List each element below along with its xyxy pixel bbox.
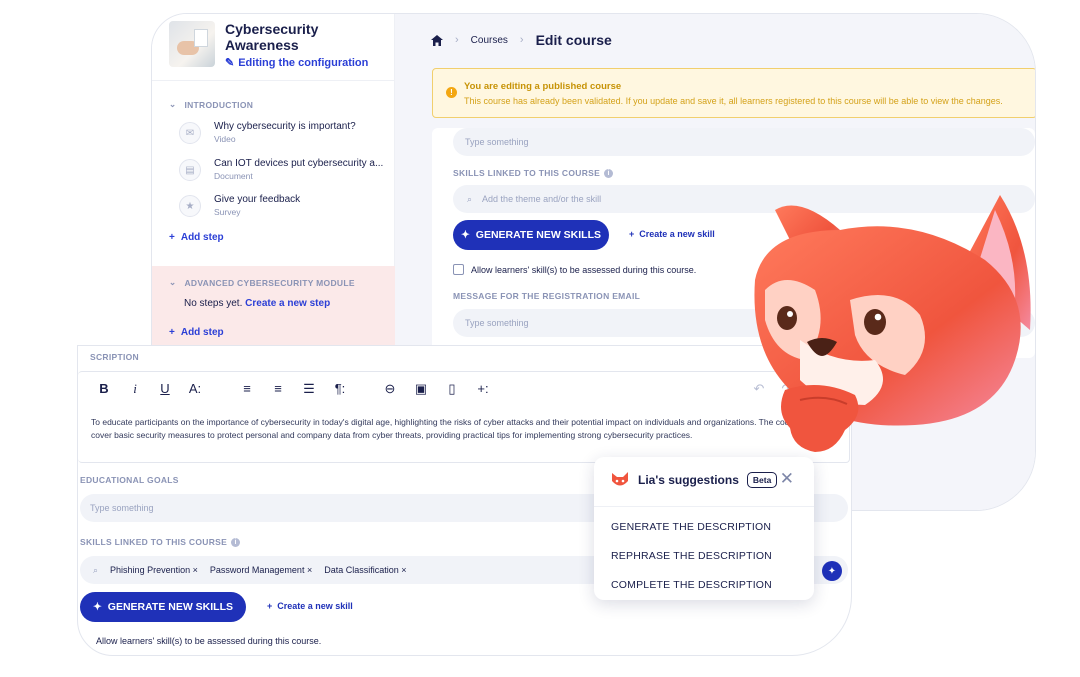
breadcrumb: › Courses › Edit course: [431, 32, 612, 48]
divider: [594, 506, 814, 507]
align-center-icon[interactable]: ≡: [269, 381, 287, 396]
page-title: Edit course: [535, 32, 612, 48]
insert-icon[interactable]: +:: [474, 381, 492, 396]
chevron-down-icon: ⌄: [169, 99, 177, 109]
create-new-skill-link[interactable]: + Create a new skill: [629, 229, 715, 239]
search-icon: ⌕: [467, 193, 473, 204]
editing-configuration-link[interactable]: ✎ Editing the configuration: [225, 56, 368, 70]
divider: [152, 80, 395, 81]
plus-icon: +: [169, 327, 175, 338]
skills-label: SKILLS LINKED TO THIS COURSE i: [453, 168, 614, 178]
remove-tag-icon[interactable]: ×: [401, 565, 406, 575]
close-icon[interactable]: ✕: [780, 469, 794, 489]
bold-button[interactable]: B: [95, 381, 113, 396]
star-icon: ★: [179, 195, 201, 217]
align-left-icon[interactable]: ≡: [238, 381, 256, 396]
complete-description-option[interactable]: COMPLETE THE DESCRIPTION: [611, 579, 772, 591]
add-step-button[interactable]: + Add step: [169, 232, 224, 243]
rephrase-description-option[interactable]: REPHRASE THE DESCRIPTION: [611, 550, 772, 562]
step-item[interactable]: ✉ Why cybersecurity is important? Video: [179, 118, 389, 152]
section-introduction[interactable]: ⌄ INTRODUCTION: [169, 99, 253, 110]
lia-suggestions-popup: Lia's suggestions Beta ✕ GENERATE THE DE…: [594, 457, 814, 600]
underline-button[interactable]: U: [156, 381, 174, 396]
empty-steps-text: No steps yet. Create a new step: [184, 298, 331, 309]
breadcrumb-courses[interactable]: Courses: [471, 35, 508, 46]
skill-tag[interactable]: Password Management ×: [210, 565, 312, 575]
info-icon[interactable]: i: [231, 537, 241, 547]
published-warning-banner: ! You are editing a published course Thi…: [432, 68, 1035, 118]
sparkle-icon: ✦: [92, 601, 102, 613]
step-item[interactable]: ▤ Can IOT devices put cybersecurity a...…: [179, 155, 389, 189]
beta-badge: Beta: [746, 472, 778, 488]
text-size-button[interactable]: A:: [186, 381, 204, 396]
skill-tag[interactable]: Phishing Prevention ×: [110, 565, 198, 575]
step-item[interactable]: ★ Give your feedback Survey: [179, 191, 389, 225]
generate-new-skills-button[interactable]: ✦ GENERATE NEW SKILLS: [80, 592, 246, 622]
section-advanced-module[interactable]: ⌄ ADVANCED CYBERSECURITY MODULE: [169, 277, 355, 288]
chevron-right-icon: ›: [455, 34, 459, 46]
text-input[interactable]: Type something: [453, 128, 1035, 156]
pencil-icon: ✎: [225, 57, 235, 69]
search-icon: ⌕: [93, 564, 99, 575]
course-thumbnail: [169, 21, 215, 67]
generate-new-skills-button[interactable]: ✦ GENERATE NEW SKILLS: [453, 220, 609, 250]
assess-skills-checkbox-row[interactable]: Allow learners' skill(s) to be assessed …: [96, 636, 321, 646]
plus-icon: +: [629, 229, 635, 239]
plus-icon: +: [169, 232, 175, 243]
list-icon[interactable]: ☰: [300, 381, 318, 397]
description-text[interactable]: To educate participants on the importanc…: [91, 416, 821, 442]
lia-mascot-icon: [612, 472, 628, 486]
chevron-right-icon: ›: [519, 34, 524, 46]
educational-goals-label: EDUCATIONAL GOALS: [80, 475, 179, 485]
remove-tag-icon[interactable]: ×: [193, 565, 198, 575]
course-title: Cybersecurity Awareness: [225, 21, 319, 53]
image-icon[interactable]: ▣: [412, 381, 430, 397]
description-label: SCRIPTION: [90, 352, 139, 362]
ai-suggestions-icon[interactable]: ✦: [822, 561, 842, 581]
document-icon: ▤: [179, 159, 201, 181]
skill-tag[interactable]: Data Classification ×: [324, 565, 406, 575]
plus-icon: +: [267, 601, 273, 611]
home-icon[interactable]: [431, 34, 443, 46]
chevron-down-icon: ⌄: [169, 277, 177, 287]
generate-description-option[interactable]: GENERATE THE DESCRIPTION: [611, 521, 771, 533]
link-icon[interactable]: ⊖: [381, 381, 399, 397]
file-icon[interactable]: ▯: [443, 381, 461, 397]
red-panda-mascot: [754, 195, 1031, 452]
italic-button[interactable]: i: [126, 381, 144, 397]
registration-email-label: MESSAGE FOR THE REGISTRATION EMAIL: [453, 291, 641, 301]
create-new-skill-link[interactable]: + Create a new skill: [267, 601, 353, 611]
remove-tag-icon[interactable]: ×: [307, 565, 312, 575]
warning-icon: !: [446, 87, 457, 98]
sparkle-icon: ✦: [460, 229, 470, 241]
paragraph-icon[interactable]: ¶:: [331, 381, 349, 396]
create-new-step-link[interactable]: Create a new step: [245, 298, 330, 309]
popup-header: Lia's suggestions Beta: [610, 471, 778, 489]
add-step-button[interactable]: + Add step: [169, 327, 224, 338]
skills-label: SKILLS LINKED TO THIS COURSE i: [80, 537, 241, 547]
info-icon[interactable]: i: [604, 168, 614, 178]
assess-skills-checkbox[interactable]: [453, 264, 464, 275]
assess-skills-checkbox-row[interactable]: Allow learners' skill(s) to be assessed …: [453, 264, 696, 275]
video-icon: ✉: [179, 122, 201, 144]
